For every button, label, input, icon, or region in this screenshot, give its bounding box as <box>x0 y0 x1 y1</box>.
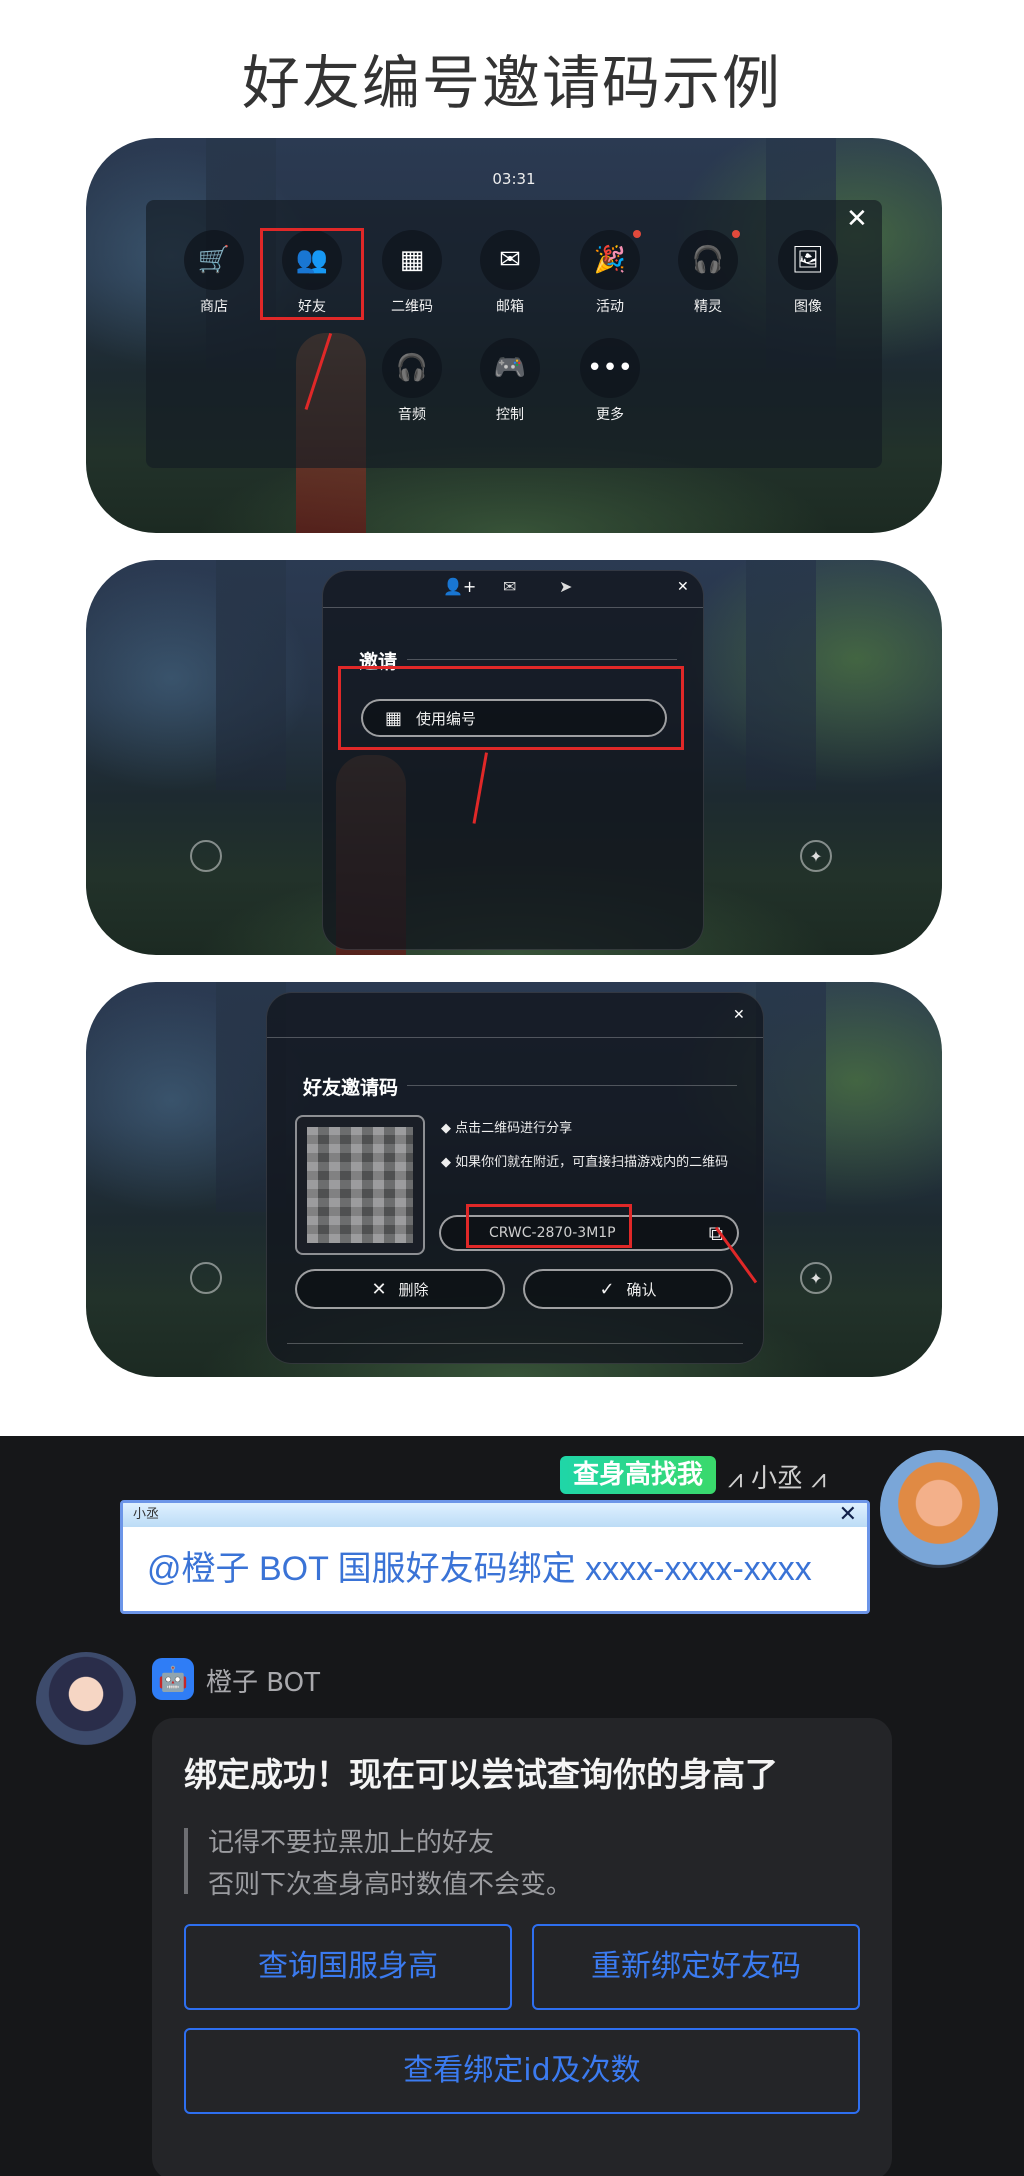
screenshot-friend-code: ✦ ✕ 好友邀请码 ◆ 点击二维码进行分享 ◆ 如果你们就在附近，可直接扫描游戏… <box>86 982 942 1377</box>
bot-icon: 🤖 <box>152 1658 194 1700</box>
qrcode-icon: ▦ <box>382 230 442 290</box>
close-icon[interactable]: ✕ <box>846 206 868 232</box>
delete-button[interactable]: ✕ 删除 <box>295 1269 505 1309</box>
tip-share: ◆ 点击二维码进行分享 <box>441 1121 573 1136</box>
screenshot-main-menu: 03:31 ✕ 🛒 商店 👥 好友 ▦ 二维码 ✉ 邮箱 🎉 活动 🎧 精灵 🖼… <box>86 138 942 533</box>
close-icon[interactable]: ✕ <box>733 1007 745 1023</box>
check-icon: ✓ <box>599 1278 615 1300</box>
friend-code-dialog: ✕ 好友邀请码 ◆ 点击二维码进行分享 ◆ 如果你们就在附近，可直接扫描游戏内的… <box>266 992 764 1364</box>
menu-item-shop[interactable]: 🛒 商店 <box>174 230 254 316</box>
headset-icon: 🎧 <box>678 230 738 290</box>
close-icon: ✕ <box>838 1502 857 1527</box>
highlight-tag: 查身高找我 <box>560 1456 716 1494</box>
query-height-button[interactable]: 查询国服身高 <box>184 1924 512 2010</box>
menu-item-more[interactable]: ••• 更多 <box>570 338 650 424</box>
menu-item-controls[interactable]: 🎮 控制 <box>470 338 550 424</box>
headphones-icon: 🎧 <box>382 338 442 398</box>
avatar[interactable] <box>880 1450 998 1568</box>
highlight-box <box>466 1204 632 1248</box>
star-icon[interactable]: ✦ <box>800 1262 832 1294</box>
tab-add-friend[interactable]: 👤+ <box>443 577 476 596</box>
screenshot-invite: ✦ 👤+ ✉ ➤ ✕ 邀请 ▦ 使用编号 <box>86 560 942 955</box>
menu-item-audio[interactable]: 🎧 音频 <box>372 338 452 424</box>
notification-dot <box>732 230 740 238</box>
confirm-button[interactable]: ✓ 确认 <box>523 1269 733 1309</box>
card-title: 绑定成功！现在可以尝试查询你的身高了 <box>184 1755 778 1794</box>
party-icon: 🎉 <box>580 230 640 290</box>
highlight-box <box>338 666 684 750</box>
menu-item-image[interactable]: 🖼 图像 <box>768 230 848 316</box>
highlight-box <box>260 228 364 320</box>
card-quote: 记得不要拉黑加上的好友 否则下次查身高时数值不会变。 <box>208 1828 573 1900</box>
tab-mail[interactable]: ✉ <box>503 577 516 596</box>
bubble-header: 小丞 ✕ <box>123 1503 867 1527</box>
game-clock: 03:31 <box>492 170 536 188</box>
qr-code[interactable] <box>295 1115 425 1255</box>
game-menu: ✕ 🛒 商店 👥 好友 ▦ 二维码 ✉ 邮箱 🎉 活动 🎧 精灵 🖼 图像 🎧 … <box>146 200 882 468</box>
avatar[interactable] <box>36 1652 136 1752</box>
nickname-tag: ⩘ 小丞 ⩘ <box>728 1464 826 1494</box>
message-text: @橙子 BOT 国服好友码绑定 xxxx-xxxx-xxxx <box>147 1550 812 1588</box>
message-bubble: 小丞 ✕ @橙子 BOT 国服好友码绑定 xxxx-xxxx-xxxx <box>120 1500 870 1614</box>
view-binding-button[interactable]: 查看绑定id及次数 <box>184 2028 860 2114</box>
close-icon: ✕ <box>371 1278 387 1300</box>
star-icon[interactable]: ✦ <box>800 840 832 872</box>
menu-item-mail[interactable]: ✉ 邮箱 <box>470 230 550 316</box>
picture-icon: 🖼 <box>778 230 838 290</box>
close-icon[interactable]: ✕ <box>677 579 689 595</box>
menu-item-events[interactable]: 🎉 活动 <box>570 230 650 316</box>
menu-item-spirits[interactable]: 🎧 精灵 <box>668 230 748 316</box>
more-icon: ••• <box>580 338 640 398</box>
bot-name: 橙子 BOT <box>206 1668 320 1698</box>
bot-reply-card: 绑定成功！现在可以尝试查询你的身高了 记得不要拉黑加上的好友 否则下次查身高时数… <box>152 1718 892 2176</box>
cart-icon: 🛒 <box>184 230 244 290</box>
page-title: 好友编号邀请码示例 <box>241 49 782 117</box>
section-title: 好友邀请码 <box>303 1077 399 1099</box>
tip-scan: ◆ 如果你们就在附近，可直接扫描游戏内的二维码 <box>441 1155 729 1170</box>
mail-icon: ✉ <box>480 230 540 290</box>
rebind-code-button[interactable]: 重新绑定好友码 <box>532 1924 860 2010</box>
tab-send[interactable]: ➤ <box>559 577 572 596</box>
left-action-icon[interactable] <box>190 1262 222 1294</box>
notification-dot <box>633 230 641 238</box>
chat-view: 查身高找我 ⩘ 小丞 ⩘ 小丞 ✕ @橙子 BOT 国服好友码绑定 xxxx-x… <box>0 1436 1024 2176</box>
left-action-icon[interactable] <box>190 840 222 872</box>
gamepad-icon: 🎮 <box>480 338 540 398</box>
invite-dialog: 👤+ ✉ ➤ ✕ 邀请 ▦ 使用编号 <box>322 570 704 950</box>
menu-item-qrcode[interactable]: ▦ 二维码 <box>372 230 452 316</box>
